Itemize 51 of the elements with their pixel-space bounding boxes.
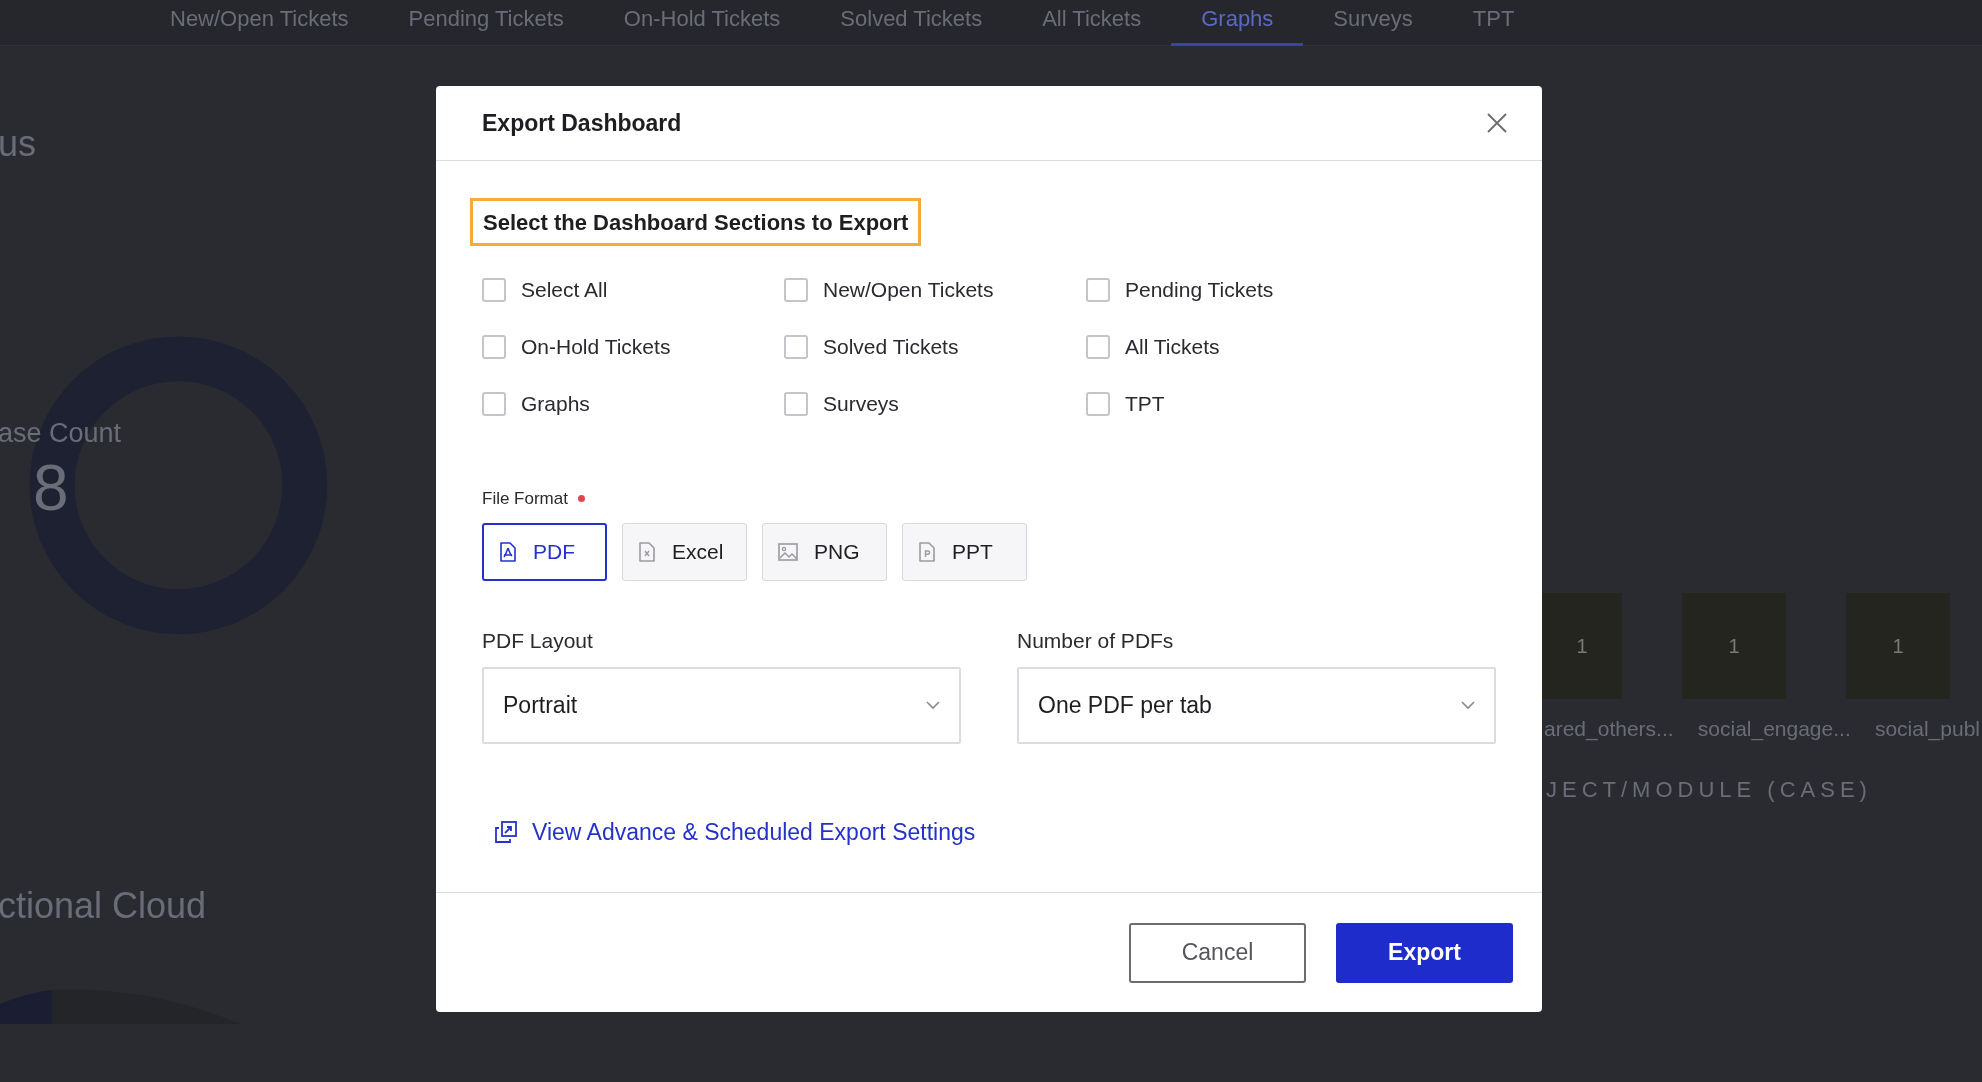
bar-label: social_engage... — [1697, 716, 1851, 743]
section-checkbox[interactable]: Graphs — [482, 392, 784, 416]
format-option[interactable]: Excel — [622, 522, 747, 581]
checkbox[interactable] — [784, 278, 808, 302]
advanced-settings-link[interactable]: View Advance & Scheduled Export Settings — [532, 814, 976, 849]
bar-label: social_publ — [1874, 716, 1980, 743]
format-option[interactable]: PNG — [762, 522, 887, 581]
donut-label: ase Count — [0, 417, 122, 450]
checkbox[interactable] — [1086, 278, 1110, 302]
pdf-file-icon — [498, 540, 518, 563]
donut-value: 8 — [33, 453, 69, 522]
cancel-button[interactable]: Cancel — [1129, 922, 1306, 983]
chevron-down-icon — [926, 700, 940, 710]
checkbox[interactable] — [482, 278, 506, 302]
dialog-title: Export Dashboard — [482, 108, 682, 138]
field-label: File Format — [482, 488, 568, 510]
checkbox[interactable] — [1086, 335, 1110, 359]
close-icon — [1487, 113, 1507, 133]
field-label: PDF Layout — [482, 628, 594, 653]
panel-title: us — [0, 124, 38, 164]
checkbox[interactable] — [784, 335, 808, 359]
section-checkbox[interactable]: Select All — [482, 278, 784, 302]
bar-value: 1 — [1728, 634, 1740, 659]
format-option[interactable]: PPT — [902, 522, 1027, 581]
bar-label: ared_others... — [1544, 716, 1674, 743]
checkbox[interactable] — [482, 335, 506, 359]
bar-value: 1 — [1892, 634, 1904, 659]
field-label: Number of PDFs — [1017, 628, 1175, 653]
select-field[interactable]: One PDF per tab — [1017, 666, 1496, 744]
section-checkbox[interactable]: Solved Tickets — [784, 335, 1086, 359]
export-button[interactable]: Export — [1336, 922, 1513, 983]
chevron-down-icon — [1461, 700, 1475, 710]
section-checkbox[interactable]: All Tickets — [1086, 335, 1388, 359]
panel-title: ctional Cloud — [0, 886, 208, 926]
section-checkbox[interactable]: TPT — [1086, 392, 1388, 416]
slides-file-icon — [917, 540, 937, 563]
checkbox[interactable] — [1086, 392, 1110, 416]
external-window-icon — [494, 819, 518, 844]
section-checkbox[interactable]: Pending Tickets — [1086, 278, 1388, 302]
section-checkbox[interactable]: New/Open Tickets — [784, 278, 1086, 302]
section-heading: Select the Dashboard Sections to Export — [470, 198, 922, 246]
image-icon — [777, 540, 799, 563]
section-checkbox[interactable]: On-Hold Tickets — [482, 335, 784, 359]
bar-value: 1 — [1576, 634, 1588, 659]
spreadsheet-file-icon — [637, 540, 657, 563]
format-option[interactable]: PDF — [482, 522, 607, 581]
section-checkbox[interactable]: Surveys — [784, 392, 1086, 416]
checkbox[interactable] — [784, 392, 808, 416]
checkbox[interactable] — [482, 392, 506, 416]
select-field[interactable]: Portrait — [482, 666, 961, 744]
axis-title: JECT/MODULE (CASE) — [1546, 775, 1873, 804]
